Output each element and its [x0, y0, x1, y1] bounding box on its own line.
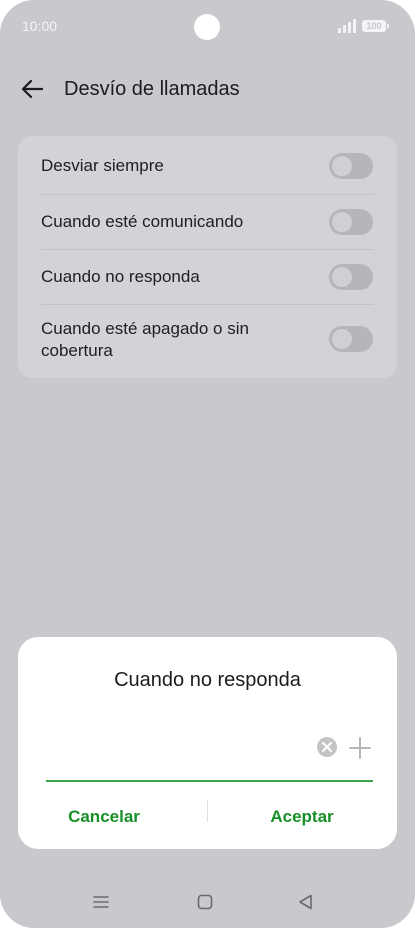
- dialog-title: Cuando no responda: [114, 669, 301, 691]
- option-row-always[interactable]: Desviar siempre: [18, 136, 397, 194]
- option-label: Desviar siempre: [41, 156, 164, 175]
- signal-icon: [338, 19, 356, 33]
- clear-circle-icon[interactable]: [316, 736, 338, 758]
- menu-icon[interactable]: [91, 892, 111, 912]
- option-row-no-answer[interactable]: Cuando no responda: [18, 250, 397, 305]
- toggle-knob: [332, 267, 352, 287]
- toggle-knob: [332, 156, 352, 176]
- battery-level: 100: [366, 21, 382, 31]
- status-bar: 10:00 100: [0, 0, 415, 54]
- button-separator: [207, 800, 208, 822]
- input-underline: [46, 780, 373, 782]
- cancel-button[interactable]: Cancelar: [24, 797, 184, 837]
- option-label: Cuando esté apagado o sin cobertura: [41, 319, 249, 360]
- arrow-left-icon[interactable]: [18, 76, 48, 102]
- toggle-switch-always[interactable]: [329, 153, 373, 179]
- toggle-switch-unreachable[interactable]: [329, 326, 373, 352]
- forwarding-options-list: Desviar siempre Cuando esté comunicando …: [18, 136, 397, 378]
- toggle-switch-no-answer[interactable]: [329, 264, 373, 290]
- option-row-busy[interactable]: Cuando esté comunicando: [18, 195, 397, 250]
- square-home-icon[interactable]: [195, 892, 215, 912]
- option-row-unreachable[interactable]: Cuando esté apagado o sin cobertura: [18, 305, 397, 378]
- toggle-knob: [332, 212, 352, 232]
- option-label: Cuando esté comunicando: [41, 212, 244, 231]
- camera-cutout: [194, 14, 220, 40]
- plus-icon[interactable]: [348, 736, 372, 760]
- page-title: Desvío de llamadas: [64, 78, 240, 100]
- navigation-bar: [0, 884, 415, 920]
- phone-screen: 10:00 100 Desvío de llamadas Desviar sie…: [0, 0, 415, 928]
- toggle-knob: [332, 329, 352, 349]
- option-label: Cuando no responda: [41, 267, 200, 286]
- phone-number-input[interactable]: [46, 731, 312, 765]
- toggle-switch-busy[interactable]: [329, 209, 373, 235]
- status-time: 10:00: [22, 18, 58, 34]
- number-dialog: Cuando no responda Cancelar Aceptar: [18, 637, 397, 849]
- accept-button[interactable]: Aceptar: [222, 797, 382, 837]
- battery-icon: 100: [362, 20, 389, 32]
- app-header: Desvío de llamadas: [0, 64, 415, 114]
- triangle-back-icon[interactable]: [296, 892, 316, 912]
